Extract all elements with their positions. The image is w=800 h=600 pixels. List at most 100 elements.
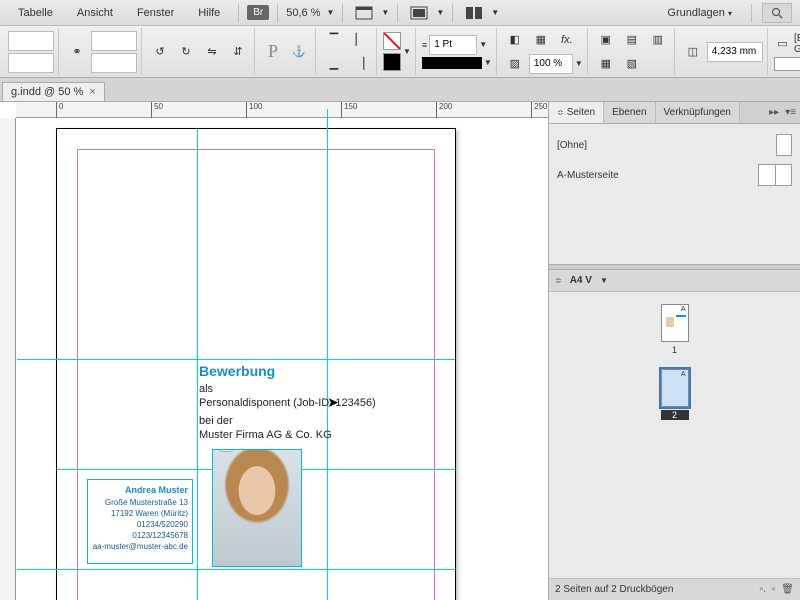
- rotate-cw-icon[interactable]: ↻: [174, 41, 198, 63]
- text-wrap-none-icon[interactable]: ▣: [594, 29, 618, 51]
- text-wrap-col-icon[interactable]: ▧: [620, 53, 644, 75]
- stroke-swatch[interactable]: [383, 53, 401, 71]
- tab-verknuepfungen[interactable]: Verknüpfungen: [656, 102, 740, 123]
- chevron-down-icon[interactable]: ▼: [403, 47, 411, 56]
- text-wrap-bound-icon[interactable]: ▤: [620, 29, 644, 51]
- page[interactable]: Bewerbung als Personaldisponent (Job-ID:…: [56, 128, 456, 600]
- guide-vertical[interactable]: [327, 109, 328, 600]
- masters-section: [Ohne] A-Musterseite: [549, 124, 800, 264]
- workspace-dropdown[interactable]: Grundlagen ▾: [658, 4, 741, 22]
- flip-h-icon[interactable]: ⇋: [200, 41, 224, 63]
- align-left-icon[interactable]: ▏: [348, 29, 372, 51]
- tab-seiten[interactable]: ≎Seiten: [549, 102, 604, 123]
- page-thumb[interactable]: A: [661, 369, 689, 407]
- chevron-down-icon[interactable]: ▼: [381, 8, 389, 17]
- x-field[interactable]: [8, 31, 54, 51]
- screen-mode-icon[interactable]: [406, 3, 432, 23]
- arrange-icon[interactable]: [461, 3, 487, 23]
- object-style-label: [Einfacher Grafik: [794, 33, 800, 55]
- stroke-weight-field[interactable]: [429, 35, 477, 55]
- expand-icon[interactable]: ▸▸: [769, 107, 779, 118]
- scale-field[interactable]: [529, 54, 573, 74]
- photo-frame[interactable]: ⚭: [212, 449, 302, 567]
- paragraph-icon[interactable]: P: [261, 41, 285, 63]
- rotate-ccw-icon[interactable]: ↺: [148, 41, 172, 63]
- guide-horizontal[interactable]: [17, 359, 455, 360]
- fx-icon[interactable]: fx.: [555, 29, 579, 51]
- h-field[interactable]: [91, 53, 137, 73]
- link-icon[interactable]: ⚭: [65, 41, 89, 63]
- ruler-tick: 250: [531, 102, 547, 118]
- fill-swatch[interactable]: [383, 32, 401, 50]
- text-wrap-jump-icon[interactable]: ▦: [594, 53, 618, 75]
- chevron-down-icon[interactable]: ▼: [327, 8, 335, 17]
- view-mode-icon[interactable]: [351, 3, 377, 23]
- master-label: A-Musterseite: [557, 170, 619, 181]
- separator: [397, 4, 398, 22]
- y-field[interactable]: [8, 53, 54, 73]
- chevron-down-icon[interactable]: ▼: [491, 8, 499, 17]
- menu-hilfe[interactable]: Hilfe: [188, 4, 230, 22]
- canvas-area[interactable]: 0 50 100 150 200 250 Bewerbung als Perso…: [0, 102, 548, 600]
- master-thumb[interactable]: [776, 134, 792, 156]
- chevron-down-icon[interactable]: ▼: [575, 59, 583, 68]
- doc-text[interactable]: bei der: [199, 415, 233, 427]
- master-a-row[interactable]: A-Musterseite: [557, 160, 792, 190]
- chevron-down-icon[interactable]: ▼: [436, 8, 444, 17]
- contact-frame[interactable]: Andrea Muster Große Musterstraße 13 1719…: [87, 479, 193, 564]
- anchor-icon[interactable]: ⚓: [287, 41, 311, 63]
- text-wrap-shape-icon[interactable]: ▥: [646, 29, 670, 51]
- close-icon[interactable]: ×: [89, 86, 95, 98]
- page-thumb-group[interactable]: A 2: [661, 369, 689, 420]
- pasteboard[interactable]: Bewerbung als Personaldisponent (Job-ID:…: [16, 118, 548, 600]
- blend-icon[interactable]: ▨: [503, 53, 527, 75]
- opacity-icon[interactable]: ▦: [529, 29, 553, 51]
- zoom-level[interactable]: 50,6 %: [286, 7, 320, 19]
- menu-ansicht[interactable]: Ansicht: [67, 4, 123, 22]
- edit-page-icon[interactable]: ▫.: [759, 584, 765, 595]
- ruler-tick: 0: [56, 102, 63, 118]
- search-button[interactable]: [762, 3, 792, 23]
- frame-fit-icon[interactable]: ◫: [681, 41, 705, 63]
- collapse-icon[interactable]: ≎: [555, 276, 562, 285]
- object-style-icon[interactable]: ▭: [774, 33, 791, 55]
- bridge-button[interactable]: Br: [247, 5, 269, 20]
- contact-email: aa-muster@muster-abc.de: [92, 541, 188, 552]
- guide-horizontal[interactable]: [17, 569, 455, 570]
- menu-tabelle[interactable]: Tabelle: [8, 4, 63, 22]
- separator: [452, 4, 453, 22]
- align-right-icon[interactable]: ▕: [348, 53, 372, 75]
- doc-text[interactable]: Muster Firma AG & Co. KG: [199, 429, 332, 441]
- chevron-down-icon[interactable]: ▼: [600, 276, 608, 285]
- workspace: 0 50 100 150 200 250 Bewerbung als Perso…: [0, 102, 800, 600]
- effects-icon[interactable]: ◧: [503, 29, 527, 51]
- search-icon: [771, 7, 783, 19]
- panel-tabs: ≎Seiten Ebenen Verknüpfungen ▸▸ ▾≡: [549, 102, 800, 124]
- master-none-row[interactable]: [Ohne]: [557, 130, 792, 160]
- page-size-label[interactable]: A4 V: [570, 275, 592, 286]
- delete-page-icon[interactable]: 🗑: [781, 584, 794, 595]
- style-preview[interactable]: [774, 57, 800, 71]
- offset-field[interactable]: [707, 42, 763, 62]
- guide-vertical[interactable]: [197, 129, 198, 600]
- document-tab[interactable]: g.indd @ 50 % ×: [2, 82, 105, 101]
- chevron-down-icon[interactable]: ▼: [479, 40, 487, 49]
- contact-phone: 01234/520290: [92, 519, 188, 530]
- w-field[interactable]: [91, 31, 137, 51]
- panel-menu-icon[interactable]: ▾≡: [785, 107, 796, 118]
- doc-title[interactable]: Bewerbung: [199, 363, 275, 379]
- menu-fenster[interactable]: Fenster: [127, 4, 184, 22]
- doc-text[interactable]: Personaldisponent (Job-ID: 123456): [199, 397, 376, 409]
- master-thumb[interactable]: [758, 164, 792, 186]
- new-page-icon[interactable]: ▫: [772, 584, 776, 595]
- chevron-down-icon[interactable]: ▼: [484, 58, 492, 67]
- align-top-icon[interactable]: ▔: [322, 29, 346, 51]
- page-thumb-group[interactable]: A 1: [661, 304, 689, 355]
- contact-street: Große Musterstraße 13: [92, 497, 188, 508]
- page-thumb[interactable]: A: [661, 304, 689, 342]
- tab-ebenen[interactable]: Ebenen: [604, 102, 655, 123]
- flip-v-icon[interactable]: ⇵: [226, 41, 250, 63]
- align-bottom-icon[interactable]: ▁: [322, 53, 346, 75]
- doc-text[interactable]: als: [199, 383, 213, 395]
- page-number: 1: [661, 345, 689, 355]
